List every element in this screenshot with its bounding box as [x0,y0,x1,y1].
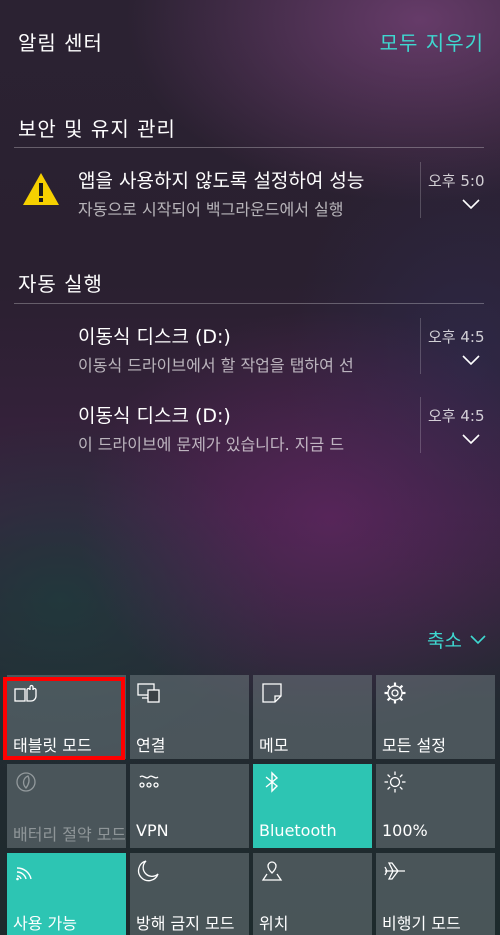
notification-body: 이 드라이브에 문제가 있습니다. 지금 드 [78,435,345,454]
tile-label: VPN [136,821,169,840]
tile-all-settings[interactable]: 모든 설정 [376,675,495,759]
connect-icon [137,683,160,703]
airplane-icon [384,862,405,880]
tablet-mode-icon [14,684,37,702]
gear-icon [384,682,406,704]
notification-item-security[interactable]: 앱을 사용하지 않도록 설정하여 성능 자동으로 시작되어 백그라운드에서 실행… [0,160,500,228]
notification-time: 오후 5:0 [428,172,484,190]
action-center-title: 알림 센터 [18,31,103,55]
tile-label: 100% [382,821,428,840]
tile-label: 위치 [259,914,289,933]
tile-vpn[interactable]: VPN [130,764,249,848]
warning-icon [23,173,59,205]
vpn-icon [139,775,159,788]
battery-saver-icon [16,772,36,792]
expand-chevron-icon[interactable] [461,198,481,210]
tile-label: 비행기 모드 [382,914,461,933]
tile-brightness[interactable]: 100% [376,764,495,848]
tile-tablet-mode[interactable]: 태블릿 모드 [7,675,126,759]
notification-item-autoplay[interactable]: 이동식 디스크 (D:) 이 드라이브에 문제가 있습니다. 지금 드 오후 4… [0,395,500,463]
clear-all-button[interactable]: 모두 지우기 [380,27,484,56]
notification-item-autoplay[interactable]: 이동식 디스크 (D:) 이동식 드라이브에서 할 작업을 탭하여 선 오후 4… [0,316,500,384]
tile-label: 사용 가능 [13,914,77,933]
moon-icon [137,860,159,882]
tile-label: 모든 설정 [382,736,446,755]
group-title-autoplay[interactable]: 자동 실행 [18,268,103,297]
note-icon [262,683,282,703]
notification-separator [420,397,421,453]
tile-label: 배터리 절약 모드 [13,825,125,844]
notification-title: 이동식 디스크 (D:) [78,405,231,427]
chevron-down-icon [470,634,486,644]
notification-title: 이동식 디스크 (D:) [78,326,231,348]
tile-airplane-mode[interactable]: 비행기 모드 [376,853,495,935]
group-title-security[interactable]: 보안 및 유지 관리 [18,113,176,142]
tile-wifi[interactable]: 사용 가능 [7,853,126,935]
tile-location[interactable]: 위치 [253,853,372,935]
tile-bluetooth[interactable]: Bluetooth [253,764,372,848]
bluetooth-icon [265,771,279,793]
tile-label: 태블릿 모드 [13,736,92,755]
notification-title: 앱을 사용하지 않도록 설정하여 성능 [78,170,365,192]
tile-label: 방해 금지 모드 [136,914,235,933]
collapse-button[interactable]: 축소 [427,626,486,653]
tile-label: 연결 [136,736,166,755]
notification-time: 오후 4:5 [428,407,484,425]
expand-chevron-icon[interactable] [461,433,481,445]
notification-body: 이동식 드라이브에서 할 작업을 탭하여 선 [78,356,354,375]
notification-time: 오후 4:5 [428,328,484,346]
action-center-panel: 알림 센터 모두 지우기 보안 및 유지 관리 앱을 사용하지 않도록 설정하여… [0,0,500,935]
group-divider [14,303,484,304]
tile-label: Bluetooth [259,821,337,840]
group-divider [14,147,484,148]
collapse-label: 축소 [427,630,462,652]
tile-label: 메모 [259,736,289,755]
expand-chevron-icon[interactable] [461,354,481,366]
location-icon [261,861,283,881]
notification-body: 자동으로 시작되어 백그라운드에서 실행 [78,200,344,219]
tile-quiet-hours[interactable]: 방해 금지 모드 [130,853,249,935]
notification-separator [420,318,421,374]
wifi-icon [16,867,32,881]
tile-battery-saver[interactable]: 배터리 절약 모드 [7,764,126,848]
tile-connect[interactable]: 연결 [130,675,249,759]
notification-separator [420,162,421,218]
tile-note[interactable]: 메모 [253,675,372,759]
brightness-icon [384,771,406,793]
